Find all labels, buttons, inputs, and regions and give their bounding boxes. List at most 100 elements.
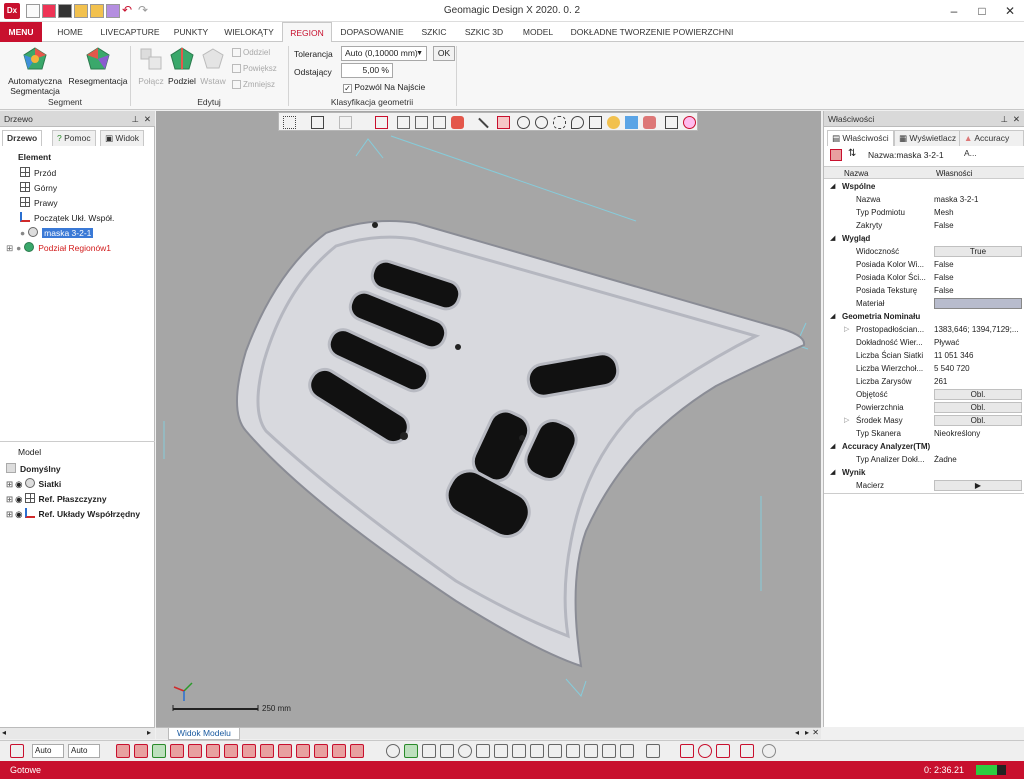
pozwol-checkbox[interactable]: ✓ Pozwól Na Najście [343, 82, 425, 93]
tab-menu[interactable]: MENU [0, 22, 42, 42]
view-zoom-icon[interactable] [458, 744, 472, 758]
tab-szkic[interactable]: SZKIC [412, 22, 456, 42]
close-icon[interactable]: ✕ [144, 111, 151, 127]
prop-posiada-teksture[interactable]: Posiada Teksturę False [824, 284, 1024, 297]
eye-icon[interactable]: ◉ [15, 509, 22, 519]
view-iso-icon[interactable] [548, 744, 562, 758]
tab-region[interactable]: REGION [282, 22, 332, 43]
next-tab-icon[interactable]: ▸ [805, 728, 809, 737]
view-bottom-icon[interactable] [530, 744, 544, 758]
model-viewport[interactable]: 250 mm [156, 111, 821, 727]
prop-posiada-kolor-sciany[interactable]: Posiada Kolor Ści... False [824, 271, 1024, 284]
tree-item-ref-plaszczyzny[interactable]: ⊞ ◉ Ref. Płaszczyzny [6, 492, 107, 506]
view-right-icon[interactable] [494, 744, 508, 758]
tree-item-siatki[interactable]: ⊞ ◉ Siatki [6, 477, 61, 491]
matrix-button[interactable]: ▶ [934, 480, 1022, 491]
collapse-icon[interactable]: ◢ [830, 466, 835, 479]
expand-icon[interactable]: ⊞ [6, 509, 13, 519]
display-mode-icon[interactable] [646, 744, 660, 758]
left-scroll-strip[interactable]: ◂ ▸ [0, 727, 155, 739]
collapse-icon[interactable]: ◢ [830, 180, 835, 193]
tab-wyswietlacz[interactable]: ▦ Wyświetlacz [894, 130, 962, 146]
tree-item-maska[interactable]: ● maska 3-2-1 [20, 226, 94, 240]
tab-home[interactable]: HOME [46, 22, 94, 42]
prop-objetosc[interactable]: Objętość Obl. [824, 388, 1024, 401]
prop-typ-podmiotu[interactable]: Typ Podmiotu Mesh [824, 206, 1024, 219]
filter-mesh-icon[interactable] [134, 744, 148, 758]
view-left-icon[interactable] [476, 744, 490, 758]
eye-icon[interactable]: ◉ [15, 494, 22, 504]
filter-body-icon[interactable] [224, 744, 238, 758]
view-back-icon[interactable] [440, 744, 454, 758]
prop-nazwa[interactable]: Nazwa maska 3-2-1 [824, 193, 1024, 206]
tab-widok[interactable]: ▣ Widok [100, 130, 145, 146]
expand-icon[interactable]: ⊞ [6, 494, 13, 504]
measure-area-icon[interactable] [740, 744, 754, 758]
prop-posiada-kolor-wierzcholka[interactable]: Posiada Kolor Wi... False [824, 258, 1024, 271]
prop-typ-skanera[interactable]: Typ Skanera Nieokreślony [824, 427, 1024, 440]
tab-wielokaty[interactable]: WIELOKĄTY [218, 22, 280, 42]
maximize-button[interactable]: □ [968, 2, 996, 20]
close-button[interactable]: ✕ [996, 2, 1024, 20]
measure-icon[interactable] [680, 744, 694, 758]
filter-curve-icon[interactable] [332, 744, 346, 758]
tab-model[interactable]: MODEL [512, 22, 564, 42]
filter-plane-icon[interactable] [260, 744, 274, 758]
prop-powierzchnia[interactable]: Powierzchnia Obl. [824, 401, 1024, 414]
tab-livecapture[interactable]: LIVECAPTURE [96, 22, 164, 42]
sort-icon[interactable]: ⇅ [848, 148, 856, 159]
close-icon[interactable]: ✕ [1013, 111, 1020, 127]
minimize-button[interactable]: – [940, 2, 968, 20]
scroll-left-icon[interactable]: ◂ [2, 728, 6, 737]
prop-zakryty[interactable]: Zakryty False [824, 219, 1024, 232]
tab-drzewo[interactable]: Drzewo [2, 130, 43, 146]
prop-material[interactable]: Materiał [824, 297, 1024, 310]
prop-prostopadloscian[interactable]: ▷ Prostopadłościan... 1383,646; 1394,7129;… [824, 323, 1024, 336]
expand-icon[interactable]: ⊞ [6, 479, 13, 489]
filter-edge-icon[interactable] [188, 744, 202, 758]
mesh-model[interactable] [156, 111, 821, 727]
auto-segmentation-button[interactable]: Automatyczna Segmentacja [4, 46, 66, 96]
tree-item-prawy[interactable]: Prawy [20, 196, 58, 210]
categorized-icon[interactable] [830, 149, 842, 161]
view-front-icon[interactable] [422, 744, 436, 758]
prop-srodek-masy[interactable]: ▷ Środek Masy Obl. [824, 414, 1024, 427]
oddziel-button[interactable]: Oddziel [232, 48, 270, 58]
prop-liczba-scian[interactable]: Liczba Ścian Siatki 11 051 346 [824, 349, 1024, 362]
measure-radius-icon[interactable] [716, 744, 730, 758]
resegmentation-button[interactable]: Resegmentacja [68, 46, 128, 86]
category-wyglad[interactable]: ◢ Wygląd [824, 232, 1024, 245]
tolerancja-select[interactable]: Auto (0,10000 mm) ▼ [341, 46, 427, 61]
prop-liczba-zarysow[interactable]: Liczba Zarysów 261 [824, 375, 1024, 388]
tree-item-ref-uklady[interactable]: ⊞ ◉ Ref. Układy Współrzędny [6, 507, 140, 521]
category-wspolne[interactable]: ◢ Wspólne [824, 180, 1024, 193]
ok-button[interactable]: OK [433, 46, 455, 61]
tree-item-domyslny[interactable]: Domyślny [6, 462, 61, 476]
expand-icon[interactable]: ▷ [844, 414, 849, 427]
close-icon[interactable]: ✕ [812, 728, 819, 737]
prop-typ-analizer[interactable]: Typ Analizer Dokł... Żadne [824, 453, 1024, 466]
tab-widok-modelu[interactable]: Widok Modelu [168, 728, 240, 740]
calculate-button[interactable]: Obl. [934, 402, 1022, 413]
prev-tab-icon[interactable]: ◂ [795, 728, 799, 737]
filter-select-1[interactable]: Auto [32, 744, 64, 758]
filter-coord-icon[interactable] [314, 744, 328, 758]
filter-vector-icon[interactable] [278, 744, 292, 758]
tree-item-gorny[interactable]: Górny [20, 181, 57, 195]
eye-icon[interactable]: ◉ [15, 479, 22, 489]
tab-pomoc[interactable]: ? Pomoc [52, 130, 96, 146]
collapse-icon[interactable]: ◢ [830, 310, 835, 323]
category-accuracy[interactable]: ◢ Accuracy Analyzer(TM) [824, 440, 1024, 453]
wstaw-button[interactable]: Wstaw [198, 46, 228, 86]
filter-face-icon[interactable] [206, 744, 220, 758]
selection-filter-icon[interactable] [10, 744, 24, 758]
expand-icon[interactable]: ⊞ [6, 243, 13, 253]
view-section-icon[interactable] [602, 744, 616, 758]
tab-accuracy[interactable]: ▲ Accuracy A... [959, 130, 1024, 158]
measure-angle-icon[interactable] [698, 744, 712, 758]
visibility-toggle[interactable]: True [934, 246, 1022, 257]
view-top-icon[interactable] [512, 744, 526, 758]
category-geometria[interactable]: ◢ Geometria Nominału [824, 310, 1024, 323]
tab-punkty[interactable]: PUNKTY [166, 22, 216, 42]
prop-liczba-wierzcholkow[interactable]: Liczba Wierzchoł... 5 540 720 [824, 362, 1024, 375]
